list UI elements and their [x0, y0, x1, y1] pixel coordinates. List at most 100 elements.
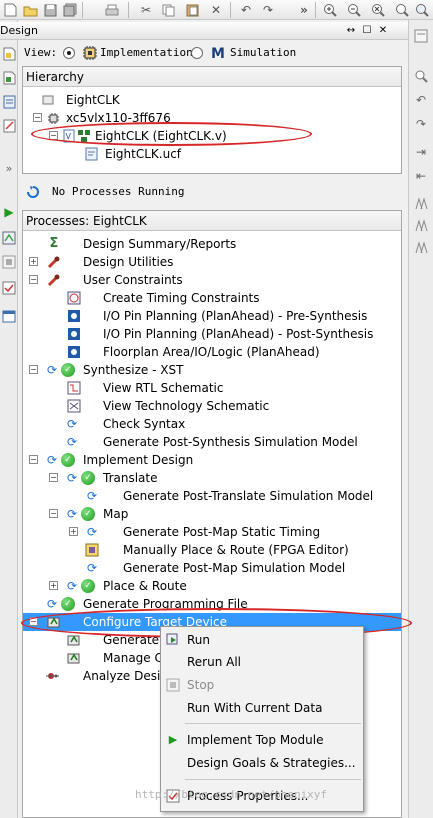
run-process-icon[interactable]: ▶: [1, 204, 17, 220]
edit-source-icon[interactable]: [1, 118, 17, 134]
expand-icon[interactable]: +: [49, 581, 58, 590]
zoom-area-icon[interactable]: [414, 2, 430, 18]
window-layout-icon[interactable]: [1, 308, 17, 324]
tree-item-label: EightCLK: [66, 93, 120, 107]
close-icon[interactable]: ✕: [376, 23, 390, 37]
redo-icon[interactable]: ↷: [413, 116, 429, 132]
open-folder-icon[interactable]: [22, 2, 38, 18]
menu-item-implement-top[interactable]: ▶ Implement Top Module: [162, 729, 362, 751]
search-icon[interactable]: [413, 68, 429, 84]
new-file-icon[interactable]: [2, 2, 18, 18]
tree-item-label: EightCLK.ucf: [105, 147, 182, 161]
bookmark-next-icon[interactable]: [413, 218, 429, 234]
paste-icon[interactable]: [184, 2, 200, 18]
check-process-icon[interactable]: [1, 280, 17, 296]
process-user-constraints[interactable]: − User Constraints: [23, 271, 401, 289]
process-post-map-timing[interactable]: + ⟳ Generate Post-Map Static Timing: [23, 523, 401, 541]
collapse-icon[interactable]: −: [49, 131, 58, 140]
planahead-icon: [67, 327, 81, 341]
collapse-icon[interactable]: −: [29, 455, 38, 464]
collapse-icon[interactable]: −: [49, 473, 58, 482]
bookmark-prev-icon[interactable]: [413, 240, 429, 256]
process-floorplan[interactable]: Floorplan Area/IO/Logic (PlanAhead): [23, 343, 401, 361]
process-post-map-sim[interactable]: ⟳ Generate Post-Map Simulation Model: [23, 559, 401, 577]
process-label: Design Summary/Reports: [83, 237, 237, 251]
collapse-icon[interactable]: −: [29, 275, 38, 284]
expand-panel-icon[interactable]: »: [1, 160, 17, 176]
process-io-pin-pre[interactable]: I/O Pin Planning (PlanAhead) - Pre-Synth…: [23, 307, 401, 325]
rerun-icon[interactable]: [1, 230, 17, 246]
outdent-icon[interactable]: ⇤: [413, 168, 429, 184]
hierarchy-tree: Hierarchy EightCLK − xc5vlx110-3ff676 − …: [22, 66, 402, 174]
save-icon[interactable]: [42, 2, 58, 18]
process-check-syntax[interactable]: ⟳ Check Syntax: [23, 415, 401, 433]
zoom-in-icon[interactable]: [322, 2, 338, 18]
menu-item-run-current-data[interactable]: Run With Current Data: [162, 697, 362, 719]
process-translate[interactable]: − ⟳ ✓ Translate: [23, 469, 401, 487]
run-refresh-icon: ⟳: [86, 561, 98, 575]
watermark: http://blog.csdn.net/phenixyf: [135, 788, 328, 801]
menu-label: Stop: [187, 678, 215, 692]
more-icon[interactable]: »: [296, 2, 312, 18]
impact-icon: [67, 651, 81, 665]
delete-icon[interactable]: ✕: [208, 2, 224, 18]
undo-icon[interactable]: ↶: [413, 92, 429, 108]
process-design-summary[interactable]: Σ Design Summary/Reports: [23, 235, 401, 253]
copy-icon[interactable]: [160, 2, 176, 18]
expand-icon[interactable]: +: [29, 257, 38, 266]
menu-label: Rerun All: [187, 655, 242, 669]
process-synthesize[interactable]: − ⟳ ✓ Synthesize - XST: [23, 361, 401, 379]
implementation-label[interactable]: Implementation: [100, 46, 193, 59]
process-place-route[interactable]: + ⟳ ✓ Place & Route: [23, 577, 401, 595]
add-source-icon[interactable]: [1, 46, 17, 62]
save-all-icon[interactable]: [62, 2, 78, 18]
process-view-rtl[interactable]: View RTL Schematic: [23, 379, 401, 397]
process-label: Generate Post-Map Simulation Model: [123, 561, 346, 575]
menu-item-run[interactable]: Run: [162, 629, 362, 651]
zoom-full-icon[interactable]: [394, 2, 410, 18]
simulation-radio[interactable]: [191, 47, 203, 59]
add-copy-source-icon[interactable]: [1, 70, 17, 86]
print-icon[interactable]: [104, 2, 120, 18]
process-label: View RTL Schematic: [103, 381, 224, 395]
context-menu: Run Rerun All Stop Run With Current Data…: [160, 626, 364, 812]
undo-icon[interactable]: ↶: [238, 2, 254, 18]
file-ops-icon[interactable]: [413, 28, 429, 44]
float-icon[interactable]: ☐: [360, 23, 374, 37]
process-label: Map: [103, 507, 129, 521]
process-map[interactable]: − ⟳ ✓ Map: [23, 505, 401, 523]
process-post-synth-sim[interactable]: ⟳ Generate Post-Synthesis Simulation Mod…: [23, 433, 401, 451]
implementation-radio[interactable]: [63, 47, 75, 59]
zoom-out-icon[interactable]: [346, 2, 362, 18]
process-programming-file[interactable]: ⟳ ✓ Generate Programming File: [23, 595, 401, 613]
process-fpga-editor[interactable]: Manually Place & Route (FPGA Editor): [23, 541, 401, 559]
menu-item-design-goals[interactable]: Design Goals & Strategies...: [162, 752, 362, 774]
process-post-translate-sim[interactable]: ⟳ Generate Post-Translate Simulation Mod…: [23, 487, 401, 505]
toolbar-separator: [82, 2, 83, 18]
status-text: No Processes Running: [52, 185, 185, 198]
collapse-icon[interactable]: −: [29, 365, 38, 374]
process-io-pin-post[interactable]: I/O Pin Planning (PlanAhead) - Post-Synt…: [23, 325, 401, 343]
process-design-utilities[interactable]: + Design Utilities: [23, 253, 401, 271]
source-properties-icon[interactable]: [1, 94, 17, 110]
pin-icon[interactable]: ↔: [344, 23, 358, 37]
collapse-icon[interactable]: −: [33, 113, 42, 122]
redo-icon[interactable]: ↷: [260, 2, 276, 18]
fpga-editor-icon: [85, 543, 99, 557]
collapse-icon[interactable]: −: [29, 617, 38, 626]
expand-icon[interactable]: +: [69, 527, 78, 536]
process-create-timing-constraints[interactable]: Create Timing Constraints: [23, 289, 401, 307]
success-check-icon: ✓: [81, 507, 95, 521]
bookmark-icon[interactable]: [413, 196, 429, 212]
stop-icon[interactable]: [1, 254, 17, 270]
indent-icon[interactable]: ⇥: [413, 144, 429, 160]
simulation-label[interactable]: Simulation: [230, 46, 296, 59]
zoom-fit-icon[interactable]: [370, 2, 386, 18]
process-view-tech[interactable]: View Technology Schematic: [23, 397, 401, 415]
cut-icon[interactable]: ✂: [138, 2, 154, 18]
menu-item-stop[interactable]: Stop: [162, 674, 362, 696]
process-implement-design[interactable]: − ⟳ ✓ Implement Design: [23, 451, 401, 469]
menu-item-rerun-all[interactable]: Rerun All: [162, 651, 362, 673]
collapse-icon[interactable]: −: [49, 509, 58, 518]
menu-separator: [185, 723, 361, 724]
